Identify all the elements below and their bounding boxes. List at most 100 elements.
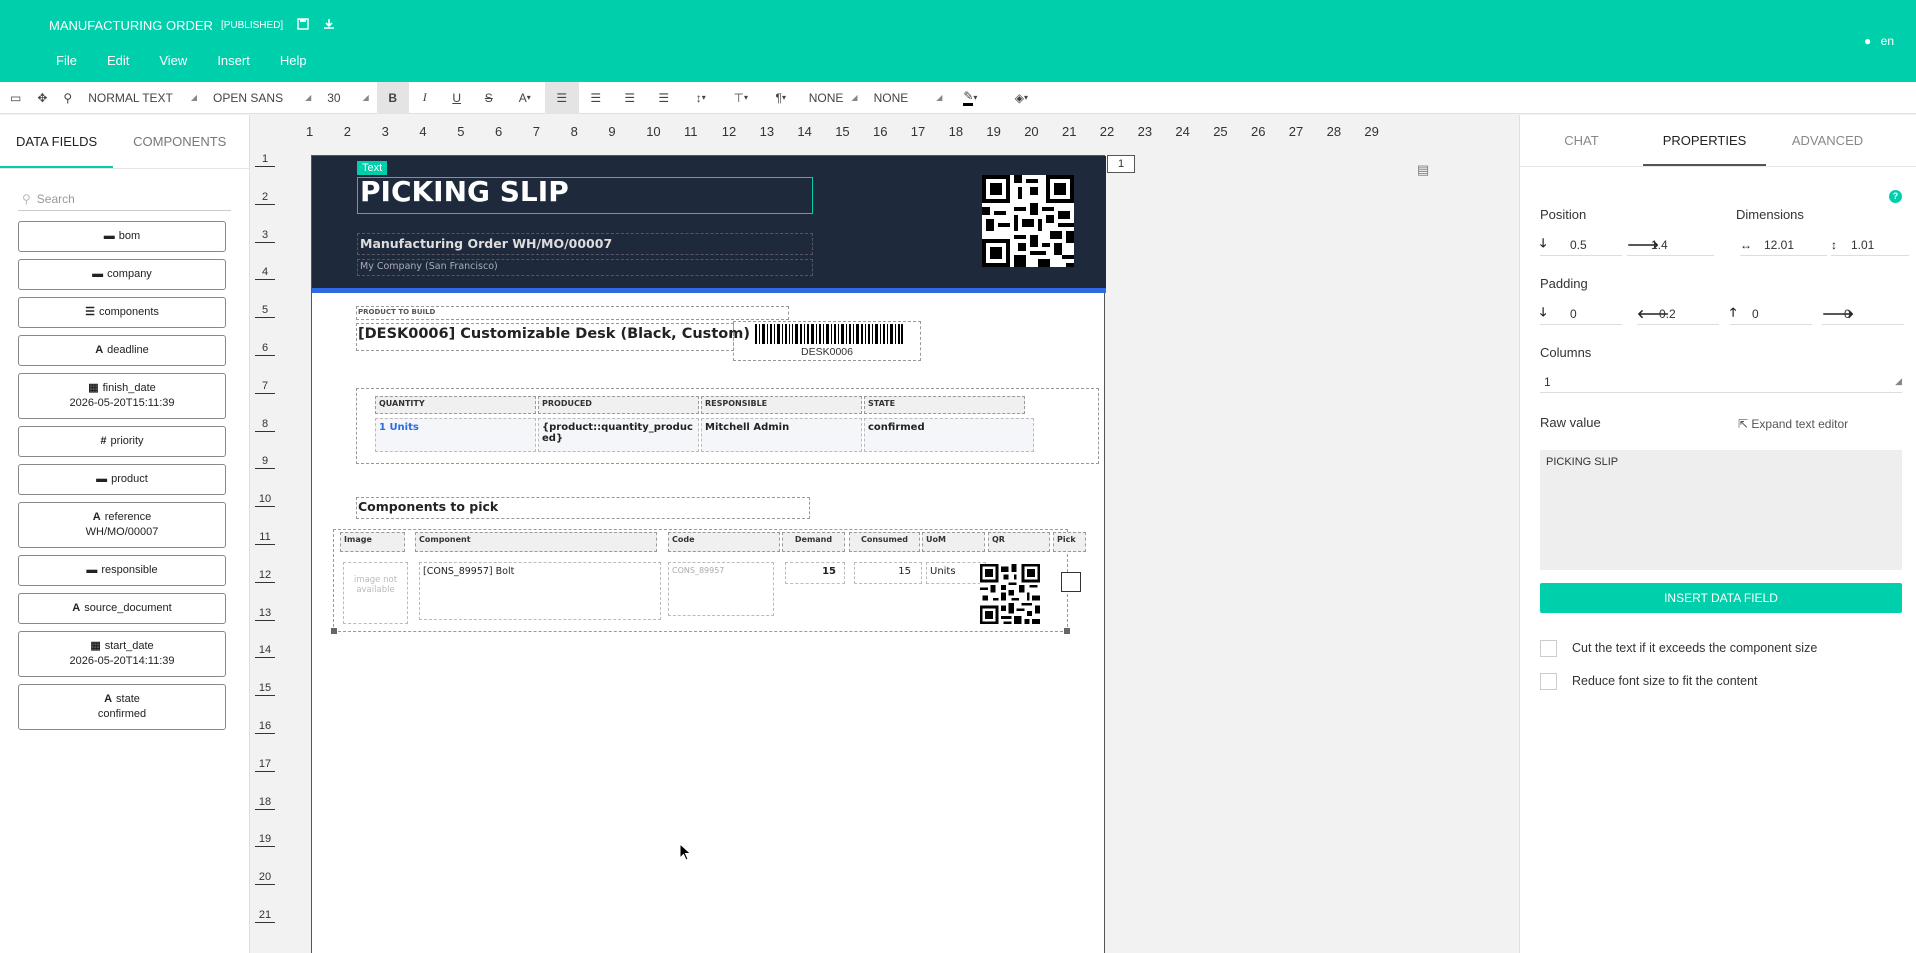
expand-editor-link[interactable]: ⇱ Expand text editor: [1738, 417, 1848, 431]
comp-header-consumed: Consumed: [849, 532, 920, 552]
vertical-align-button[interactable]: ⊤ ▾: [721, 82, 761, 114]
ruler-tick-label: 9: [255, 455, 275, 470]
folder-icon: ▬: [103, 230, 115, 242]
height-input[interactable]: ↕ 1.01: [1831, 234, 1909, 256]
font-value: OPEN SANS: [213, 90, 284, 105]
search-field[interactable]: ⚲ Search: [18, 187, 231, 211]
tab-chat[interactable]: CHAT: [1520, 115, 1643, 166]
border-color-button[interactable]: ✎ ▾: [950, 82, 990, 114]
align-right-button[interactable]: ☰: [613, 82, 647, 114]
ruler-tick-label: 1: [306, 124, 314, 139]
document-icon[interactable]: ▭: [0, 82, 29, 114]
ruler-tick-label: 20: [1024, 124, 1039, 139]
data-field-finish-date[interactable]: ▦ finish_date 2026-05-20T15:11:39: [18, 373, 226, 419]
align-justify-button[interactable]: ☰: [647, 82, 681, 114]
paragraph-button[interactable]: ¶ ▾: [761, 82, 801, 114]
align-left-button[interactable]: ☰: [544, 81, 579, 114]
reduce-font-checkbox[interactable]: [1540, 673, 1557, 690]
ruler-tick-label: 17: [910, 124, 926, 139]
font-size-select[interactable]: 30 ◢: [319, 82, 377, 114]
ruler-tick-label: 2: [343, 124, 352, 139]
cut-text-checkbox[interactable]: [1540, 640, 1557, 657]
tab-properties[interactable]: PROPERTIES: [1643, 115, 1766, 166]
data-field-state[interactable]: Astate confirmed: [18, 684, 226, 730]
position-y-input[interactable]: 🡓 0.5: [1540, 234, 1622, 256]
width-input[interactable]: ↔ 12.01: [1740, 234, 1827, 256]
data-field-product[interactable]: ▬ product: [18, 464, 226, 495]
language-selector[interactable]: ● en: [1864, 34, 1894, 48]
ruler-tick-label: 12: [721, 124, 737, 139]
menu-help[interactable]: Help: [280, 53, 307, 68]
ruler-tick-label: 25: [1213, 124, 1228, 139]
ruler-tick-label: 24: [1175, 124, 1190, 139]
ruler-tick-label: 19: [986, 124, 1001, 139]
font-select[interactable]: OPEN SANS ◢: [205, 82, 319, 114]
data-field-priority[interactable]: # priority: [18, 426, 226, 457]
save-icon[interactable]: [297, 18, 309, 33]
ruler-tick-label: 6: [255, 342, 275, 356]
padding-right-input[interactable]: 🡒 0: [1822, 303, 1904, 325]
menu-edit[interactable]: Edit: [107, 53, 129, 68]
page-number-indicator: 1: [1107, 155, 1135, 173]
canvas-area[interactable]: 1 2 3 4 5 6 7 8 9 10 11 12 13 14 15 16 17 18 19 20 21 22 23 24 2…: [251, 115, 1519, 953]
data-field-deadline[interactable]: Adeadline: [18, 335, 226, 366]
comp-header-pick: Pick: [1053, 532, 1086, 552]
pick-checkbox[interactable]: [1061, 572, 1081, 592]
resize-handle-br[interactable]: [1064, 628, 1070, 634]
raw-value-textarea[interactable]: PICKING SLIP: [1540, 450, 1902, 570]
tab-components[interactable]: COMPONENTS: [113, 115, 242, 168]
border-style-select[interactable]: NONE ◢: [801, 82, 866, 114]
info-header-quantity: QUANTITY: [375, 396, 536, 414]
menu-file[interactable]: File: [56, 53, 77, 68]
tab-advanced[interactable]: ADVANCED: [1766, 115, 1889, 166]
comp-component-name: [CONS_89957] Bolt: [419, 562, 661, 620]
move-icon[interactable]: ✥: [29, 82, 55, 114]
data-field-responsible[interactable]: ▬ responsible: [18, 555, 226, 586]
padding-label: Padding: [1540, 276, 1588, 291]
line-height-button[interactable]: ↕ ▾: [681, 82, 721, 114]
columns-select[interactable]: 1 ◢: [1540, 371, 1902, 393]
data-field-reference[interactable]: Areference WH/MO/00007: [18, 502, 226, 548]
fill-color-button[interactable]: ◈ ▾: [998, 82, 1044, 114]
ruler-tick-label: 1: [255, 153, 275, 167]
align-center-button[interactable]: ☰: [579, 82, 613, 114]
ruler-tick-label: 27: [1288, 124, 1304, 139]
padding-left-input[interactable]: 🡐 0.2: [1637, 303, 1719, 325]
comp-header-component: Component: [415, 532, 657, 552]
underline-button[interactable]: U: [441, 82, 473, 114]
menu-insert[interactable]: Insert: [217, 53, 250, 68]
position-x-input[interactable]: 🡒 1.4: [1627, 234, 1714, 256]
data-field-components[interactable]: ☰ components: [18, 297, 226, 328]
report-page[interactable]: Text PICKING SLIP Manufacturing Order WH…: [311, 155, 1106, 953]
expand-editor-text: Expand text editor: [1751, 417, 1849, 431]
bold-button[interactable]: B: [376, 81, 409, 114]
page-settings-icon[interactable]: ▤: [1417, 162, 1429, 178]
right-panel: CHAT PROPERTIES ADVANCED ? Position Dime…: [1519, 115, 1916, 953]
help-icon[interactable]: ?: [1889, 190, 1902, 203]
resize-handle-bl[interactable]: [331, 628, 337, 634]
font-color-button[interactable]: A ▾: [505, 82, 545, 114]
data-field-source-document[interactable]: Asource_document: [18, 593, 226, 624]
text-style-value: NORMAL TEXT: [88, 90, 173, 105]
ruler-tick-label: 4: [255, 266, 275, 281]
padding-up-input[interactable]: 🡑 0: [1730, 303, 1812, 325]
data-field-bom[interactable]: ▬ bom: [18, 221, 226, 252]
data-field-label: priority: [110, 435, 144, 447]
padding-up-value: 0: [1752, 306, 1759, 321]
zoom-icon[interactable]: ⚲: [55, 82, 80, 114]
strikethrough-button[interactable]: S: [473, 82, 505, 114]
product-name: [DESK0006] Customizable Desk (Black, Cus…: [358, 326, 750, 342]
text-style-select[interactable]: NORMAL TEXT ◢: [80, 82, 205, 114]
product-label: PRODUCT TO BUILD: [358, 308, 436, 316]
download-icon[interactable]: [323, 18, 335, 33]
height-arrows-icon: ↕: [1831, 237, 1837, 252]
insert-data-field-button[interactable]: INSERT DATA FIELD: [1540, 583, 1902, 613]
data-field-list: ▬ bom ▬ company ☰ components Adeadline ▦ finish_…: [0, 221, 249, 730]
tab-data-fields[interactable]: DATA FIELDS: [0, 115, 114, 168]
data-field-start-date[interactable]: ▦ start_date 2026-05-20T14:11:39: [18, 631, 226, 677]
menu-view[interactable]: View: [159, 53, 187, 68]
padding-down-input[interactable]: 🡓 0: [1540, 303, 1622, 325]
data-field-company[interactable]: ▬ company: [18, 259, 226, 290]
border-width-select[interactable]: NONE ◢: [866, 82, 951, 114]
italic-button[interactable]: I: [409, 82, 441, 114]
